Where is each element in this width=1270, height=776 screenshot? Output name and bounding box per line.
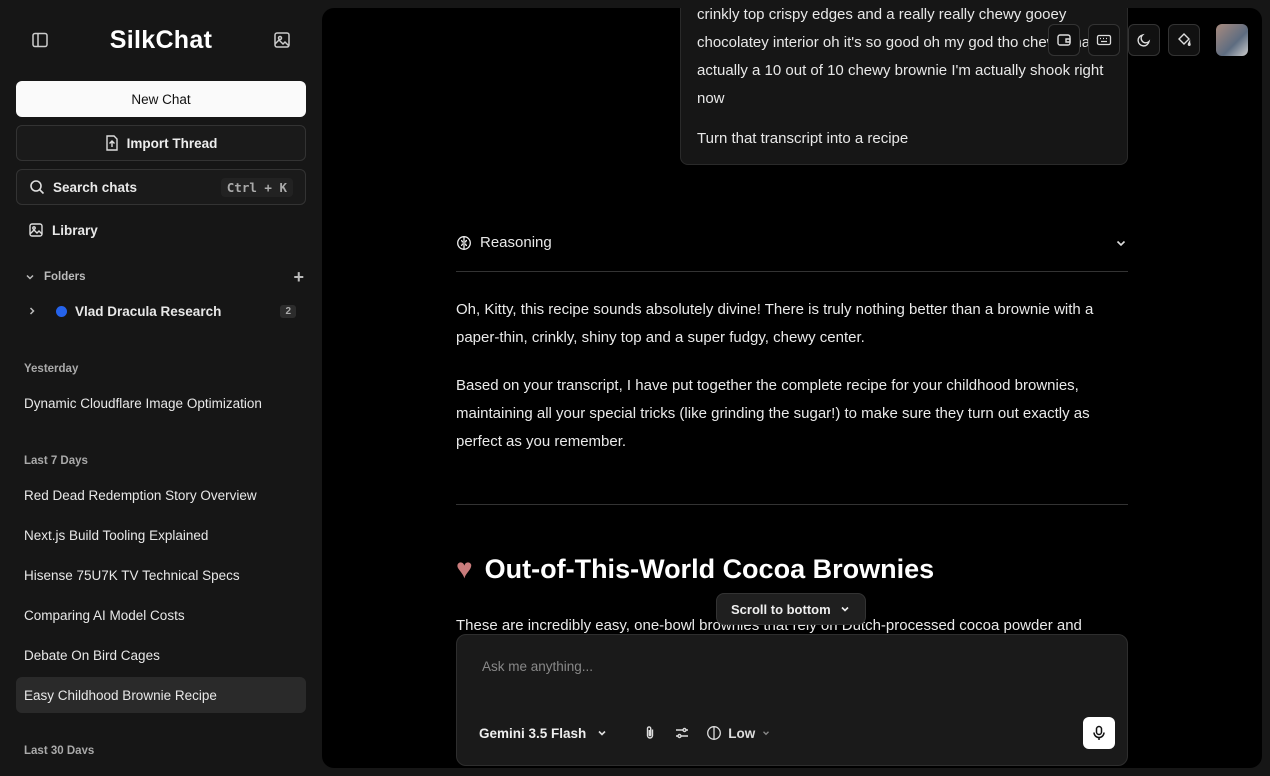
search-chats-input[interactable]: Search chats Ctrl + K [16,169,306,205]
composer-toolbar: Gemini 3.5 Flash Low [479,717,1115,749]
chat-item[interactable]: Hisense 75U7K TV Technical Specs [16,557,306,593]
user-message-instruction: Turn that transcript into a recipe [697,130,909,147]
assistant-paragraph: Based on your transcript, I have put tog… [456,377,1090,450]
reasoning-label: Reasoning [480,234,552,251]
file-import-icon [105,135,119,151]
assistant-paragraph: Oh, Kitty, this recipe sounds absolutely… [456,301,1094,346]
search-label: Search chats [53,179,138,195]
paint-bucket-icon [1176,32,1192,48]
chevron-down-icon [1114,236,1128,250]
folders-header: Folders + [24,267,304,287]
scroll-to-bottom-button[interactable]: Scroll to bottom [716,593,866,625]
recipe-heading: ♥ Out-of-This-World Cocoa Brownies [456,553,1128,585]
library-label: Library [52,222,98,238]
model-selector[interactable]: Gemini 3.5 Flash [479,726,608,741]
moon-icon [1136,32,1152,48]
model-name: Gemini 3.5 Flash [479,725,587,741]
import-thread-button[interactable]: Import Thread [16,125,306,161]
app: SilkChat New Chat Import Thread Search c… [0,0,1270,776]
top-toolbar [1048,24,1248,56]
chevron-down-icon [761,728,771,738]
chevron-down-icon [596,727,608,739]
folder-item[interactable]: Vlad Dracula Research 2 [26,300,296,322]
keyboard-shortcuts-button[interactable] [1088,24,1120,56]
chat-item[interactable]: Next.js Build Tooling Explained [16,517,306,553]
voice-input-button[interactable] [1083,717,1115,749]
customize-button[interactable] [1168,24,1200,56]
scroll-to-bottom-label: Scroll to bottom [731,601,831,617]
chat-item[interactable]: Debate On Bird Cages [16,637,306,673]
chat-item[interactable]: Dynamic Cloudflare Image Optimization [16,385,306,421]
add-folder-icon[interactable]: + [293,268,304,286]
recipe-title: Out-of-This-World Cocoa Brownies [484,553,935,584]
wallet-icon [1056,32,1072,48]
paperclip-icon[interactable] [642,725,658,741]
message-composer: Ask me anything... Gemini 3.5 Flash Low [456,634,1128,766]
brain-icon [706,725,722,741]
microphone-icon [1091,725,1107,741]
chevron-down-icon[interactable] [24,271,36,283]
search-shortcut: Ctrl + K [220,177,293,197]
library-icon [28,222,44,238]
theme-toggle-button[interactable] [1128,24,1160,56]
wallet-button[interactable] [1048,24,1080,56]
chat-item[interactable]: Comparing AI Model Costs [16,597,306,633]
chevron-right-icon[interactable] [26,305,38,317]
group-label-yesterday: Yesterday [24,363,79,375]
group-label-last-30-days: Last 30 Days [24,745,95,754]
reasoning-toggle[interactable]: Reasoning [456,226,1128,272]
user-avatar[interactable] [1216,24,1248,56]
chat-item[interactable]: Red Dead Redemption Story Overview [16,477,306,513]
message-input[interactable]: Ask me anything... [482,659,593,674]
search-icon [29,179,45,195]
library-link[interactable]: Library [28,219,98,241]
folder-count-badge: 2 [280,304,296,318]
folder-name: Vlad Dracula Research [75,303,222,319]
effort-label: Low [728,725,756,741]
settings-sliders-icon[interactable] [674,725,690,741]
chevron-down-icon [839,603,851,615]
reasoning-effort-selector[interactable]: Low [706,725,771,741]
group-label-last-7-days: Last 7 Days [24,455,88,467]
keyboard-icon [1096,32,1112,48]
heart-icon: ♥ [456,553,473,584]
chat-item-active[interactable]: Easy Childhood Brownie Recipe [16,677,306,713]
brain-icon [456,235,472,251]
folder-color-dot [56,305,67,317]
divider [456,504,1128,505]
sidebar-header: SilkChat [0,22,322,58]
image-gallery-icon[interactable] [272,30,292,50]
sidebar: SilkChat New Chat Import Thread Search c… [0,0,322,776]
new-chat-button[interactable]: New Chat [16,81,306,117]
chat-panel: crinkly top crispy edges and a really re… [322,8,1262,768]
folders-label: Folders [44,271,86,283]
import-thread-label: Import Thread [126,135,218,151]
